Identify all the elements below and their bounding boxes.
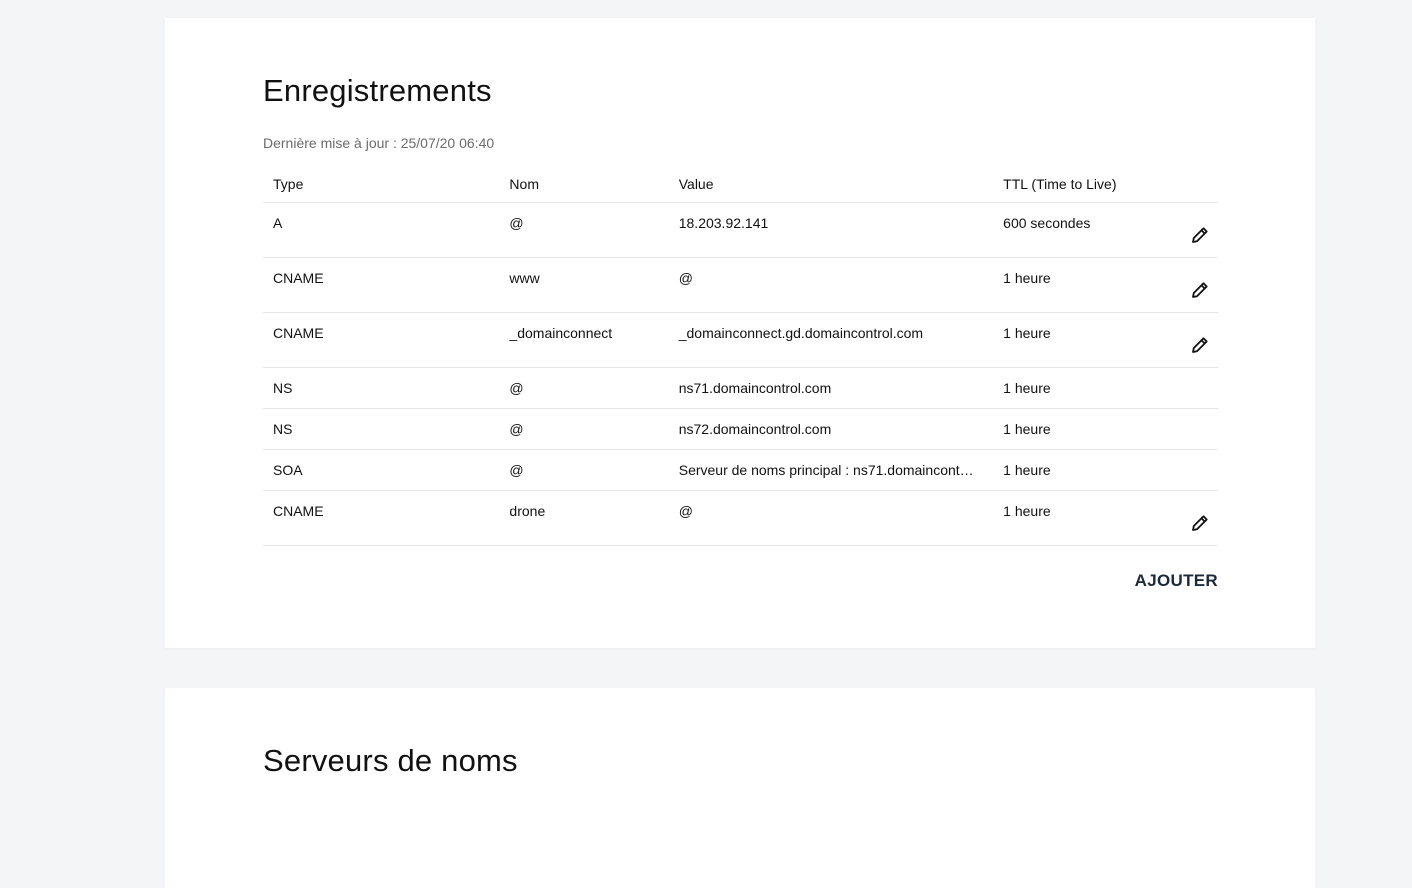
record-type: CNAME (263, 312, 500, 368)
column-header-value: Value (668, 168, 994, 203)
record-name: _domainconnect (499, 312, 669, 368)
record-ttl: 600 secondes (993, 202, 1159, 258)
record-type: NS (263, 367, 500, 409)
record-value: ns72.domaincontrol.com (668, 408, 994, 450)
record-actions (1158, 408, 1218, 450)
record-name: @ (499, 408, 669, 450)
record-name: @ (499, 449, 669, 491)
records-title: Enregistrements (263, 73, 492, 108)
table-row: NS @ ns72.domaincontrol.com 1 heure (263, 408, 1218, 450)
pencil-icon[interactable] (1190, 513, 1210, 533)
record-value: @ (668, 257, 994, 313)
record-type: NS (263, 408, 500, 450)
table-row: CNAME www @ 1 heure (263, 257, 1218, 313)
pencil-icon[interactable] (1190, 335, 1210, 355)
record-actions (1158, 367, 1218, 409)
column-header-ttl: TTL (Time to Live) (993, 168, 1159, 203)
record-actions (1158, 312, 1218, 368)
table-row: CNAME _domainconnect _domainconnect.gd.d… (263, 312, 1218, 368)
record-name: www (499, 257, 669, 313)
add-record-button[interactable]: AJOUTER (1135, 571, 1218, 591)
record-ttl: 1 heure (993, 312, 1159, 368)
record-actions (1158, 449, 1218, 491)
record-actions (1158, 257, 1218, 313)
column-header-nom: Nom (499, 168, 669, 203)
record-value: Serveur de noms principal : ns71.domainc… (668, 449, 994, 491)
record-ttl: 1 heure (993, 408, 1159, 450)
record-value: 18.203.92.141 (668, 202, 994, 258)
record-type: CNAME (263, 490, 500, 546)
record-value: @ (668, 490, 994, 546)
table-row: A @ 18.203.92.141 600 secondes (263, 202, 1218, 258)
table-row: CNAME drone @ 1 heure (263, 490, 1218, 546)
record-name: drone (499, 490, 669, 546)
record-type: SOA (263, 449, 500, 491)
record-value: ns71.domaincontrol.com (668, 367, 994, 409)
record-name: @ (499, 202, 669, 258)
pencil-icon[interactable] (1190, 280, 1210, 300)
column-header-actions (1158, 168, 1218, 203)
record-type: CNAME (263, 257, 500, 313)
table-row: NS @ ns71.domaincontrol.com 1 heure (263, 367, 1218, 409)
table-row: SOA @ Serveur de noms principal : ns71.d… (263, 449, 1218, 491)
column-header-type: Type (263, 168, 500, 203)
nameservers-title: Serveurs de noms (263, 743, 518, 778)
dns-records-table: Type Nom Value TTL (Time to Live) A @ 18… (263, 168, 1218, 546)
nameservers-card: Serveurs de noms (165, 688, 1315, 888)
pencil-icon[interactable] (1190, 225, 1210, 245)
record-actions (1158, 202, 1218, 258)
record-ttl: 1 heure (993, 490, 1159, 546)
record-value: _domainconnect.gd.domaincontrol.com (668, 312, 994, 368)
record-type: A (263, 202, 500, 258)
record-ttl: 1 heure (993, 367, 1159, 409)
table-header-row: Type Nom Value TTL (Time to Live) (263, 168, 1218, 203)
dns-records-card: Enregistrements Dernière mise à jour : 2… (165, 18, 1315, 648)
last-update-text: Dernière mise à jour : 25/07/20 06:40 (263, 135, 495, 151)
record-ttl: 1 heure (993, 449, 1159, 491)
record-actions (1158, 490, 1218, 546)
record-ttl: 1 heure (993, 257, 1159, 313)
record-name: @ (499, 367, 669, 409)
